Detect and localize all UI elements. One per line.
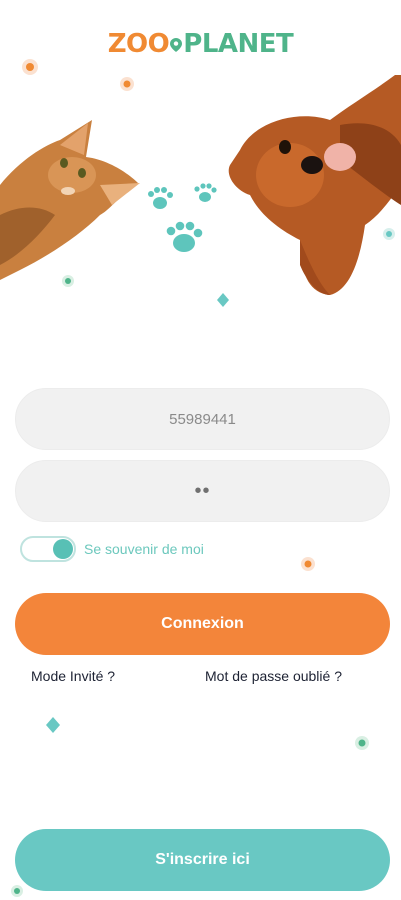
login-screen: ZOO PLANET 55989441 •• Se souvenir de mo… (0, 0, 401, 900)
zooplanet-logo: ZOO PLANET (0, 28, 401, 60)
decorative-dot-icon (62, 275, 74, 287)
logo-zoo-text: ZOO (107, 29, 170, 59)
location-pin-icon (170, 37, 183, 52)
decorative-dot-icon (11, 885, 23, 897)
signup-button[interactable]: S'inscrire ici (15, 829, 390, 891)
password-value: •• (194, 479, 211, 502)
decorative-diamond-icon (217, 293, 229, 307)
decorative-diamond-icon (46, 717, 60, 733)
decorative-dot-icon (22, 59, 38, 75)
remember-me-toggle[interactable] (20, 536, 76, 562)
paw-print-icon (148, 183, 217, 252)
username-value: 55989441 (169, 410, 236, 428)
decorative-dot-icon (355, 736, 369, 750)
cat-image (0, 120, 140, 280)
logo-planet-text: PLANET (183, 29, 294, 59)
decorative-dot-icon (301, 557, 315, 571)
remember-me-row: Se souvenir de moi (20, 534, 204, 564)
toggle-knob (53, 539, 73, 559)
dog-image (228, 75, 401, 295)
remember-me-label: Se souvenir de moi (84, 541, 204, 557)
password-field[interactable]: •• (15, 460, 390, 522)
forgot-password-link[interactable]: Mot de passe oublié ? (205, 668, 342, 684)
username-field[interactable]: 55989441 (15, 388, 390, 450)
decorative-dot-icon (120, 77, 134, 91)
guest-mode-link[interactable]: Mode Invité ? (31, 668, 115, 684)
decorative-dot-icon (383, 228, 395, 240)
login-button[interactable]: Connexion (15, 593, 390, 655)
